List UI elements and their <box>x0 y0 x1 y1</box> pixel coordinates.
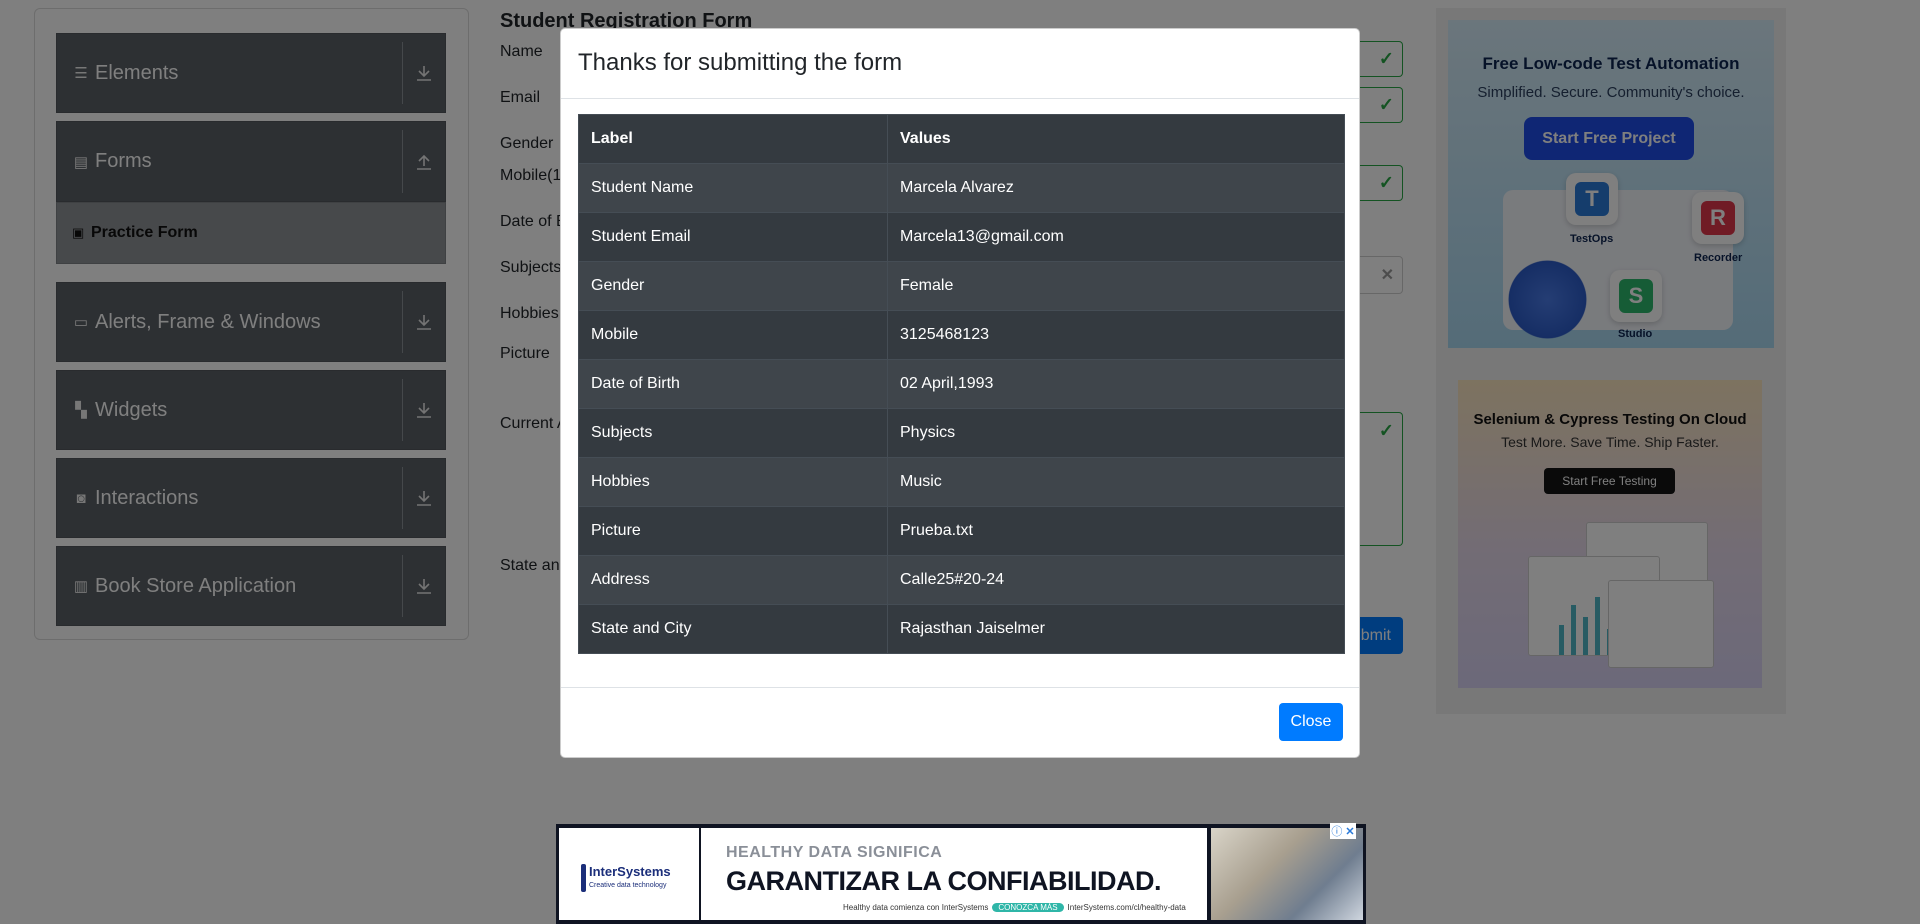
column-header: Values <box>887 114 1345 164</box>
column-header: Label <box>578 114 888 164</box>
table-row: Student Email Marcela13@gmail.com <box>578 212 1345 262</box>
banner-copy: HEALTHY DATA SIGNIFICA GARANTIZAR LA CON… <box>701 828 1207 920</box>
learn-more-pill[interactable]: CONOZCA MÁS <box>992 903 1064 912</box>
modal-title: Thanks for submitting the form <box>578 49 903 76</box>
row-value: Physics <box>887 408 1345 458</box>
table-row: Picture Prueba.txt <box>578 506 1345 556</box>
table-row: Student Name Marcela Alvarez <box>578 163 1345 213</box>
row-value: Female <box>887 261 1345 311</box>
table-row: Mobile 3125468123 <box>578 310 1345 360</box>
adchoices-icon[interactable]: ⓘ ✕ <box>1330 823 1356 839</box>
row-value: Prueba.txt <box>887 506 1345 556</box>
submission-table: Label Values Student Name Marcela Alvarez… <box>578 114 1345 654</box>
row-label: Picture <box>578 506 888 556</box>
table-row: Gender Female <box>578 261 1345 311</box>
row-value: Rajasthan Jaiselmer <box>887 604 1345 654</box>
row-label: Student Name <box>578 163 888 213</box>
banner-headline-small: HEALTHY DATA SIGNIFICA <box>726 844 943 861</box>
row-value: 02 April,1993 <box>887 359 1345 409</box>
close-button[interactable]: Close <box>1279 703 1343 741</box>
row-value: Marcela13@gmail.com <box>887 212 1345 262</box>
banner-footer-line: Healthy data comienza con InterSystems CO… <box>843 903 1186 912</box>
row-value: Calle25#20-24 <box>887 555 1345 605</box>
logo-tagline: Creative data technology <box>589 882 667 889</box>
modal-footer: Close <box>561 687 1359 757</box>
banner-subtext: Healthy data comienza con InterSystems <box>843 903 989 912</box>
table-row: Address Calle25#20-24 <box>578 555 1345 605</box>
table-row: State and City Rajasthan Jaiselmer <box>578 604 1345 654</box>
row-label: State and City <box>578 604 888 654</box>
table-row: Subjects Physics <box>578 408 1345 458</box>
row-label: Date of Birth <box>578 359 888 409</box>
row-value: Marcela Alvarez <box>887 163 1345 213</box>
intersystems-logo: InterSystems Creative data technology <box>559 828 699 920</box>
row-label: Mobile <box>578 310 888 360</box>
row-label: Subjects <box>578 408 888 458</box>
submission-modal: Thanks for submitting the form Label Val… <box>560 28 1360 758</box>
row-label: Hobbies <box>578 457 888 507</box>
page: ☰ Elements ▤ Forms ▣ Practice Form ▭ Ale… <box>0 0 1920 924</box>
row-label: Gender <box>578 261 888 311</box>
table-row: Hobbies Music <box>578 457 1345 507</box>
banner-headline: GARANTIZAR LA CONFIABILIDAD. <box>726 866 1161 896</box>
logo-mark-icon <box>581 864 586 892</box>
row-value: Music <box>887 457 1345 507</box>
logo-text: InterSystems <box>589 864 671 879</box>
row-label: Student Email <box>578 212 888 262</box>
intersystems-banner-ad[interactable]: InterSystems Creative data technology HE… <box>556 823 1366 924</box>
modal-header: Thanks for submitting the form <box>561 29 1359 99</box>
row-value: 3125468123 <box>887 310 1345 360</box>
banner-url: InterSystems.com/cl/healthy-data <box>1067 903 1186 912</box>
row-label: Address <box>578 555 888 605</box>
table-header-row: Label Values <box>578 114 1345 164</box>
banner-photo <box>1211 828 1363 920</box>
table-row: Date of Birth 02 April,1993 <box>578 359 1345 409</box>
